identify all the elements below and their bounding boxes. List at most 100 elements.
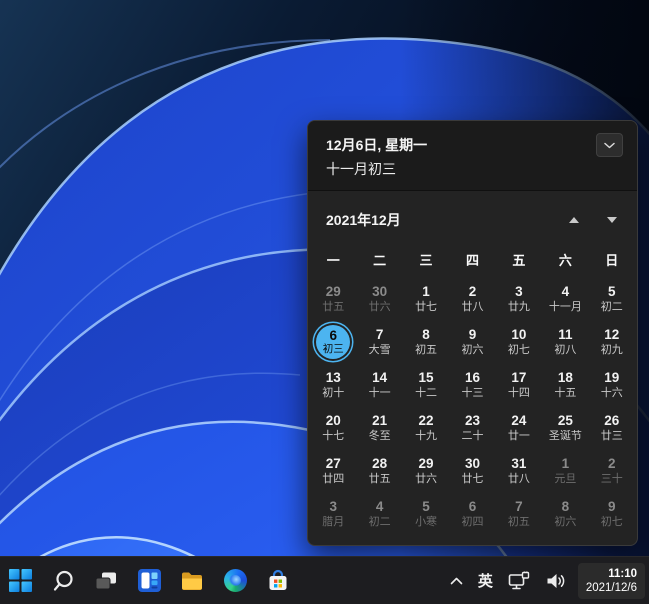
widgets-button[interactable] [130,559,168,603]
calendar-day[interactable]: 18十五 [542,363,588,406]
ime-indicator[interactable]: 英 [475,561,496,601]
clock[interactable]: 11:10 2021/12/6 [578,563,645,599]
edge-button[interactable] [216,559,254,603]
day-number: 12 [601,327,623,343]
calendar-day[interactable]: 27廿四 [310,449,356,492]
store-button[interactable] [259,559,297,603]
month-label: 2021年12月 [326,210,559,230]
calendar-day[interactable]: 5初二 [589,277,635,320]
calendar-day[interactable]: 17十四 [496,363,542,406]
day-lunar-label: 二十 [461,429,483,443]
day-lunar-label: 廿九 [508,300,530,314]
triangle-up-icon [569,217,579,223]
calendar-day[interactable]: 29廿六 [403,449,449,492]
calendar-day[interactable]: 22十九 [403,406,449,449]
day-lunar-label: 初二 [369,515,391,529]
calendar-day[interactable]: 4十一月 [542,277,588,320]
calendar-day[interactable]: 11初八 [542,320,588,363]
calendar-day[interactable]: 6初四 [449,492,495,535]
calendar-day[interactable]: 9初七 [589,492,635,535]
calendar-day-selected[interactable]: 6初三 [310,320,356,363]
calendar-day[interactable]: 30廿六 [356,277,402,320]
calendar-day[interactable]: 10初七 [496,320,542,363]
day-lunar-label: 初七 [508,343,530,357]
calendar-day[interactable]: 30廿七 [449,449,495,492]
day-number: 17 [508,370,530,386]
calendar-day[interactable]: 4初二 [356,492,402,535]
widgets-icon [138,569,161,592]
calendar-day[interactable]: 7初五 [496,492,542,535]
task-view-icon [94,569,118,593]
day-lunar-label: 十六 [601,386,623,400]
day-number: 16 [461,370,483,386]
calendar-day[interactable]: 24廿一 [496,406,542,449]
day-lunar-label: 廿八 [461,300,483,314]
file-explorer-button[interactable] [173,559,211,603]
calendar-day[interactable]: 8初五 [403,320,449,363]
day-lunar-label: 廿一 [508,429,530,443]
calendar-day[interactable]: 15十二 [403,363,449,406]
volume-button[interactable] [542,561,569,601]
day-lunar-label: 十一 [369,386,391,400]
day-number: 8 [554,499,576,515]
calendar-day-grid: 29廿五30廿六1廿七2廿八3廿九4十一月5初二6初三7大雪8初五9初六10初七… [310,277,635,535]
calendar-day[interactable]: 23二十 [449,406,495,449]
calendar-day-content: 27廿四 [322,456,344,486]
taskbar-apps [0,559,297,603]
calendar-day[interactable]: 16十三 [449,363,495,406]
calendar-day[interactable]: 7大雪 [356,320,402,363]
calendar-body: 2021年12月 一二三四五六日 29廿五30廿六1廿七2廿八3廿九4十一月5初… [308,191,637,535]
chevron-down-icon [604,142,615,149]
day-number: 4 [549,284,582,300]
calendar-day[interactable]: 29廿五 [310,277,356,320]
calendar-day[interactable]: 20十七 [310,406,356,449]
calendar-day[interactable]: 5小寒 [403,492,449,535]
day-lunar-label: 腊月 [322,515,344,529]
day-lunar-label: 大雪 [369,343,391,357]
calendar-day[interactable]: 8初六 [542,492,588,535]
calendar-day[interactable]: 26廿三 [589,406,635,449]
calendar-day[interactable]: 1元旦 [542,449,588,492]
calendar-day-content: 6初四 [461,499,483,529]
calendar-day[interactable]: 9初六 [449,320,495,363]
hidden-icons-button[interactable] [447,561,466,601]
previous-month-button[interactable] [559,205,589,235]
search-button[interactable] [44,559,82,603]
calendar-day-content: 30廿六 [369,284,391,314]
calendar-day[interactable]: 2廿八 [449,277,495,320]
calendar-day[interactable]: 3廿九 [496,277,542,320]
chevron-up-icon [450,577,463,585]
calendar-day[interactable]: 21冬至 [356,406,402,449]
next-month-button[interactable] [597,205,627,235]
calendar-day[interactable]: 31廿八 [496,449,542,492]
calendar-day-content: 22十九 [415,413,437,443]
calendar-day[interactable]: 2三十 [589,449,635,492]
calendar-day[interactable]: 19十六 [589,363,635,406]
calendar-day[interactable]: 14十一 [356,363,402,406]
clock-date: 2021/12/6 [586,581,637,595]
taskbar: 英 11:10 2021/1 [0,556,649,604]
weekday-label: 六 [542,245,588,273]
day-number: 2 [601,456,623,472]
calendar-day[interactable]: 25圣诞节 [542,406,588,449]
calendar-day-content: 3腊月 [322,499,344,529]
calendar-day-content: 5初二 [601,284,623,314]
day-number: 21 [369,413,391,429]
day-number: 6 [329,329,337,343]
day-lunar-label: 初六 [554,515,576,529]
task-view-button[interactable] [87,559,125,603]
day-number: 5 [415,499,437,515]
day-number: 19 [601,370,623,386]
network-button[interactable] [505,561,533,601]
clock-time: 11:10 [586,567,637,581]
calendar-day[interactable]: 28廿五 [356,449,402,492]
day-number: 29 [415,456,437,472]
calendar-day[interactable]: 3腊月 [310,492,356,535]
calendar-day[interactable]: 12初九 [589,320,635,363]
start-button[interactable] [1,559,39,603]
calendar-collapse-button[interactable] [596,133,623,157]
day-number: 27 [322,456,344,472]
desktop: { "calendar": { "header": { "date_line":… [0,0,649,604]
calendar-day[interactable]: 1廿七 [403,277,449,320]
calendar-day[interactable]: 13初十 [310,363,356,406]
